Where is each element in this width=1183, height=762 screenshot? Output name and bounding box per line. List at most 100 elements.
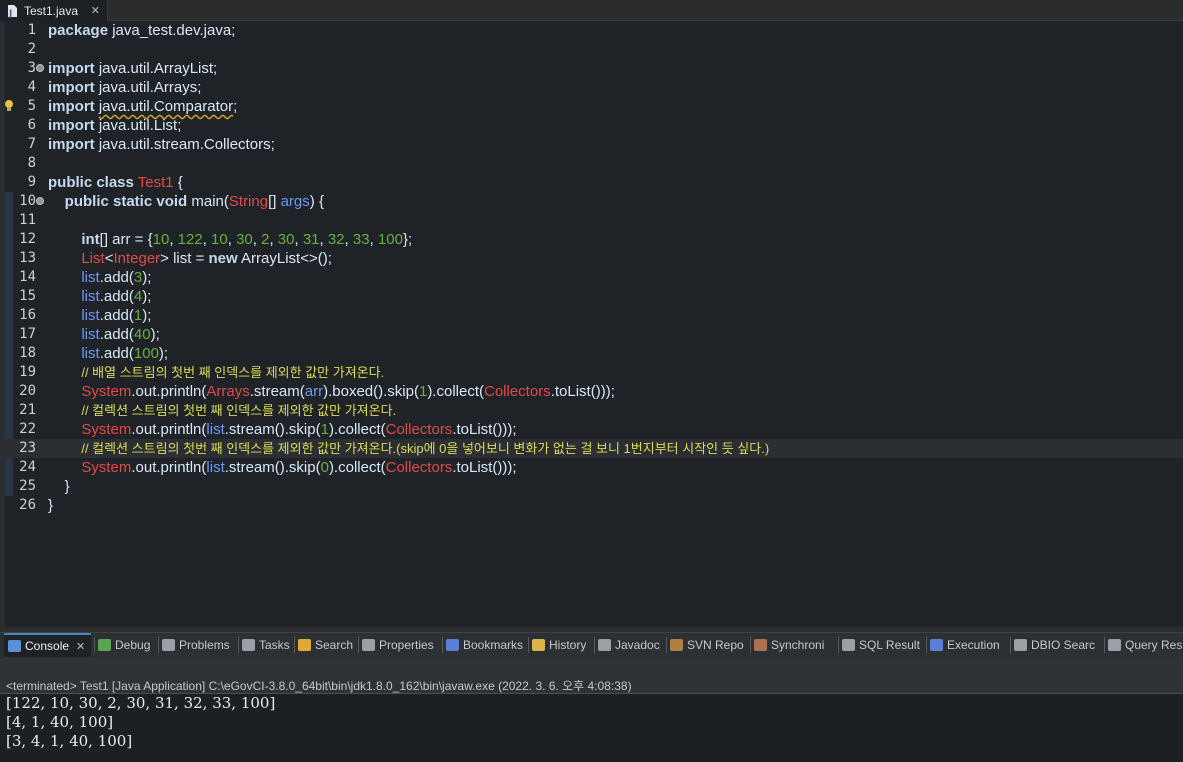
- code-line[interactable]: 7 import java.util.stream.Collectors;: [0, 135, 1183, 154]
- panel-tab-problems[interactable]: Problems: [162, 633, 230, 657]
- code-token: ).collect(: [328, 421, 386, 438]
- code-text: }: [48, 496, 53, 515]
- code-line[interactable]: 25 }: [0, 477, 1183, 496]
- code-line[interactable]: 17 list.add(40);: [0, 325, 1183, 344]
- code-token: import: [48, 79, 95, 96]
- panel-tab-label: Bookmarks: [463, 638, 524, 652]
- code-token: 1: [320, 421, 329, 438]
- editor-tab-bar: J Test1.java ✕: [0, 0, 1183, 21]
- line-number: 23: [19, 440, 36, 456]
- line-number: 10: [19, 193, 36, 209]
- panel-tab-search[interactable]: Search: [298, 633, 353, 657]
- code-token: list: [81, 288, 100, 305]
- code-token: java.util.ArrayList;: [94, 60, 218, 77]
- code-token: args: [280, 193, 310, 210]
- panel-tab-svn-repo[interactable]: SVN Repo: [670, 633, 744, 657]
- code-token: 33: [352, 231, 370, 248]
- code-line[interactable]: 5 import java.util.Comparator;: [0, 97, 1183, 116]
- code-line[interactable]: 8: [0, 154, 1183, 173]
- code-token: 100: [377, 231, 403, 248]
- fold-toggle-icon[interactable]: [36, 64, 44, 72]
- code-token: Collectors: [385, 421, 453, 438]
- code-text: }: [48, 477, 70, 496]
- panel-tab-properties[interactable]: Properties: [362, 633, 434, 657]
- tab-separator: [528, 637, 529, 653]
- line-number: 26: [19, 497, 36, 513]
- code-line[interactable]: 4 import java.util.Arrays;: [0, 78, 1183, 97]
- code-token: ) {: [309, 193, 324, 210]
- code-line[interactable]: 10 public static void main(String[] args…: [0, 192, 1183, 211]
- panel-tab-dbio-searc[interactable]: DBIO Searc: [1014, 633, 1095, 657]
- tab-separator: [838, 637, 839, 653]
- code-line[interactable]: 2: [0, 40, 1183, 59]
- code-line[interactable]: 18 list.add(100);: [0, 344, 1183, 363]
- code-line[interactable]: 19 // 배열 스트림의 첫번 째 인덱스를 제외한 값만 가져온다.: [0, 363, 1183, 382]
- panel-tab-execution[interactable]: Execution: [930, 633, 1000, 657]
- tab-separator: [294, 637, 295, 653]
- code-token: );: [142, 269, 152, 286]
- code-token: 32: [327, 231, 345, 248]
- code-token: java.util.List;: [94, 117, 182, 134]
- code-line[interactable]: 12 int[] arr = {10, 122, 10, 30, 2, 30, …: [0, 230, 1183, 249]
- panel-tab-history[interactable]: History: [532, 633, 586, 657]
- code-text: import java.util.List;: [48, 116, 181, 135]
- code-token: [] arr = {: [99, 231, 153, 248]
- code-line[interactable]: 24 System.out.println(list.stream().skip…: [0, 458, 1183, 477]
- code-line[interactable]: 22 System.out.println(list.stream().skip…: [0, 420, 1183, 439]
- tab-separator: [442, 637, 443, 653]
- code-token: 100: [133, 345, 159, 362]
- code-text: // 컬렉션 스트림의 첫번 째 인덱스를 제외한 값만 가져온다.: [48, 401, 396, 420]
- close-icon[interactable]: ✕: [76, 640, 85, 653]
- code-line[interactable]: 15 list.add(4);: [0, 287, 1183, 306]
- close-icon[interactable]: ✕: [91, 4, 100, 17]
- panel-tab-query-resu[interactable]: Query Resu: [1108, 633, 1183, 657]
- panel-tab-console[interactable]: Console ✕: [4, 633, 92, 657]
- code-token: // 컬렉션 스트림의 첫번 째 인덱스를 제외한 값만 가져온다.(skip에…: [81, 441, 770, 456]
- code-line[interactable]: 3 import java.util.ArrayList;: [0, 59, 1183, 78]
- code-token: []: [268, 193, 281, 210]
- code-line[interactable]: 21 // 컬렉션 스트림의 첫번 째 인덱스를 제외한 값만 가져온다.: [0, 401, 1183, 420]
- panel-tab-tasks[interactable]: Tasks: [242, 633, 290, 657]
- editor-tab-test1[interactable]: J Test1.java ✕: [0, 0, 108, 21]
- tab-separator: [1104, 637, 1105, 653]
- panel-tab-label: Execution: [947, 638, 1000, 652]
- code-token: .toList()));: [452, 459, 517, 476]
- panel-tab-label: Debug: [115, 638, 151, 652]
- code-line[interactable]: 6 import java.util.List;: [0, 116, 1183, 135]
- code-line[interactable]: 23 // 컬렉션 스트림의 첫번 째 인덱스를 제외한 값만 가져온다.(sk…: [0, 439, 1183, 458]
- code-token: ,: [252, 231, 262, 248]
- editor-tab-title: Test1.java: [24, 3, 79, 18]
- panel-tab-debug[interactable]: Debug: [98, 633, 150, 657]
- line-number: 14: [19, 269, 36, 285]
- line-number: 12: [19, 231, 36, 247]
- code-line[interactable]: 16 list.add(1);: [0, 306, 1183, 325]
- tasks-icon: [242, 639, 255, 651]
- code-line[interactable]: 9 public class Test1 {: [0, 173, 1183, 192]
- code-token: 31: [302, 231, 320, 248]
- code-token: // 컬렉션 스트림의 첫번 째 인덱스를 제외한 값만 가져온다.: [81, 403, 397, 418]
- code-token: ,: [344, 231, 353, 248]
- code-line[interactable]: 14 list.add(3);: [0, 268, 1183, 287]
- panel-tab-sql-result[interactable]: SQL Result: [842, 633, 920, 657]
- code-token: package: [48, 22, 109, 39]
- code-text: list.add(100);: [48, 344, 168, 363]
- lightbulb-warning-icon[interactable]: [4, 99, 14, 113]
- panel-tab-bookmarks[interactable]: Bookmarks: [446, 633, 523, 657]
- line-number: 3: [27, 60, 36, 76]
- console-output[interactable]: [122, 10, 30, 2, 30, 31, 32, 33, 100] [4…: [0, 694, 1183, 762]
- code-line[interactable]: 1 package java_test.dev.java;: [0, 21, 1183, 40]
- code-editor[interactable]: 1 package java_test.dev.java; 2 3 import jav…: [0, 21, 1183, 633]
- code-line[interactable]: 11: [0, 211, 1183, 230]
- panel-tab-javadoc[interactable]: Javadoc: [598, 633, 660, 657]
- panel-tab-synchroni[interactable]: Synchroni: [754, 633, 824, 657]
- panel-tab-label: SQL Result: [859, 638, 920, 652]
- code-line[interactable]: 13 List<Integer> list = new ArrayList<>(…: [0, 249, 1183, 268]
- code-text: list.add(40);: [48, 325, 159, 344]
- line-number: 19: [19, 364, 36, 380]
- fold-toggle-icon[interactable]: [36, 197, 44, 205]
- code-line[interactable]: 20 System.out.println(Arrays.stream(arr)…: [0, 382, 1183, 401]
- code-line[interactable]: 26}: [0, 496, 1183, 515]
